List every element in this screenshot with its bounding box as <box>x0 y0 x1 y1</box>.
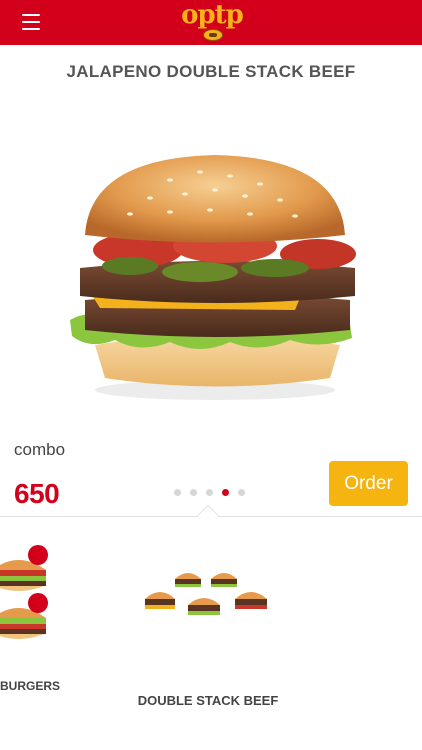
carousel-indicator[interactable] <box>174 489 254 497</box>
app-screen: optp JALAPENO DOUBLE STACK BEEF combo 65… <box>0 0 422 750</box>
top-bar: optp <box>0 0 422 45</box>
category-label[interactable]: BURGERS <box>0 679 60 693</box>
product-price: 650 <box>14 478 60 509</box>
order-button[interactable]: Order <box>329 461 408 506</box>
hamburger-menu-icon[interactable] <box>22 14 40 30</box>
category-label[interactable]: DOUBLE STACK BEEF <box>106 693 310 708</box>
carousel-dot[interactable] <box>190 489 197 496</box>
category-burgers-image[interactable] <box>0 540 52 660</box>
category-double-stack-image[interactable] <box>140 565 275 625</box>
carousel-dot[interactable] <box>238 489 245 496</box>
selection-notch <box>196 504 220 528</box>
carousel-dot-active[interactable] <box>222 489 229 496</box>
combo-label: combo <box>14 440 66 459</box>
logo-burger-badge-icon <box>203 29 223 41</box>
carousel-dot[interactable] <box>174 489 181 496</box>
logo-text: optp <box>181 0 244 30</box>
product-title: JALAPENO DOUBLE STACK BEEF <box>66 62 356 81</box>
brand-logo[interactable]: optp <box>176 0 248 45</box>
carousel-dot[interactable] <box>206 489 213 496</box>
burger-image <box>70 155 356 400</box>
